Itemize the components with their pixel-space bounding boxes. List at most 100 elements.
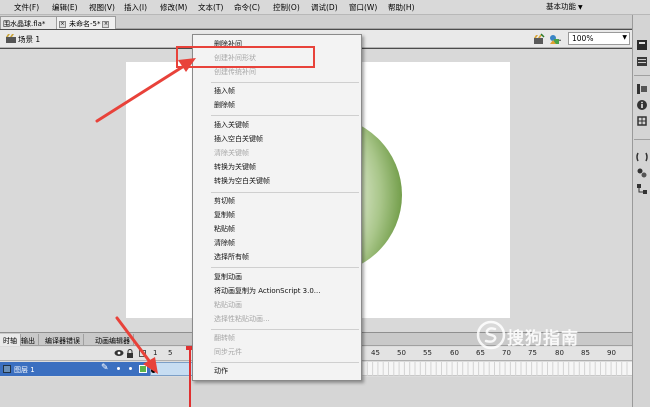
lock-dot-icon[interactable] xyxy=(129,367,132,370)
eye-icon[interactable] xyxy=(114,349,124,357)
dropdown-arrow-icon: ▼ xyxy=(578,4,583,11)
components-icon[interactable] xyxy=(636,167,648,179)
menu-separator xyxy=(211,115,359,116)
lock-icon[interactable] xyxy=(126,349,134,358)
menu-item-reverse-frames[interactable]: 翻转帧 xyxy=(193,332,361,344)
frame-number: 45 xyxy=(371,349,380,357)
frame-number: 90 xyxy=(607,349,616,357)
context-menu: 删除补间 创建补间形状 创建传统补间 插入帧 删除帧 插入关键帧 插入空白关键帧… xyxy=(192,34,362,381)
menu-separator xyxy=(211,267,359,268)
menu-insert[interactable]: 插入(I) xyxy=(124,2,147,13)
menu-modify[interactable]: 修改(M) xyxy=(160,2,187,13)
panel-divider xyxy=(634,139,650,140)
zoom-select[interactable]: 100% ▼ xyxy=(568,32,630,45)
tab-output[interactable]: 输出 xyxy=(18,334,39,346)
clapper-icon xyxy=(6,34,16,43)
panel-divider xyxy=(634,75,650,76)
menu-item-select-all-frames[interactable]: 选择所有帧 xyxy=(193,251,361,263)
menu-item-copy-motion[interactable]: 复制动画 xyxy=(193,271,361,283)
scene-name[interactable]: 场景 1 xyxy=(18,34,40,45)
menu-file[interactable]: 文件(F) xyxy=(14,2,39,13)
pencil-icon: ✎ xyxy=(101,363,109,373)
frame-number: 5 xyxy=(168,349,173,357)
frame-number: 85 xyxy=(581,349,590,357)
menu-item-paste-motion[interactable]: 粘贴动画 xyxy=(193,299,361,311)
menu-item-convert-to-keyframes[interactable]: 转换为关键帧 xyxy=(193,161,361,173)
document-tabbar: 围水晶球.fla* × 未命名-5* × xyxy=(0,15,632,29)
tab-compiler-errors[interactable]: 编译器错误 xyxy=(42,334,84,346)
close-icon[interactable]: × xyxy=(102,20,110,28)
menu-control[interactable]: 控制(O) xyxy=(273,2,300,13)
highlight-box xyxy=(176,46,315,68)
menu-item-paste-motion-special[interactable]: 选择性粘贴动画... xyxy=(193,313,361,325)
timeline-empty-area xyxy=(0,377,632,407)
menu-item-copy-frames[interactable]: 复制帧 xyxy=(193,209,361,221)
menu-text[interactable]: 文本(T) xyxy=(198,2,223,13)
properties-icon[interactable] xyxy=(636,39,648,51)
info-icon[interactable] xyxy=(636,99,648,111)
menu-item-paste-frames[interactable]: 粘贴帧 xyxy=(193,223,361,235)
frame-number: 50 xyxy=(397,349,406,357)
watermark-text: 搜狗指南 xyxy=(507,329,579,349)
menu-separator xyxy=(211,329,359,330)
frame-number: 80 xyxy=(555,349,564,357)
workspace-switcher[interactable]: 基本功能 ▼ xyxy=(546,1,646,13)
menu-window[interactable]: 窗口(W) xyxy=(349,2,377,13)
menu-item-remove-frames[interactable]: 删除帧 xyxy=(193,99,361,111)
tab-label: 输出 xyxy=(21,337,35,345)
menu-item-synchronize-symbols[interactable]: 同步元件 xyxy=(193,346,361,358)
doc-tab-label: 围水晶球.fla* xyxy=(3,20,46,28)
sogou-logo-icon xyxy=(476,320,506,350)
menu-view[interactable]: 视图(V) xyxy=(89,2,115,13)
tab-label: 动画编辑器 xyxy=(95,337,130,345)
layer-row[interactable]: 图层 1 ✎ xyxy=(0,362,150,376)
menu-item-insert-blank-keyframe[interactable]: 插入空白关键帧 xyxy=(193,133,361,145)
close-icon[interactable]: × xyxy=(59,20,66,28)
tab-label: 时轴 xyxy=(3,337,17,345)
menu-separator xyxy=(211,192,359,193)
frame-number: 60 xyxy=(450,349,459,357)
align-icon[interactable] xyxy=(636,83,648,95)
library-icon[interactable] xyxy=(636,55,648,67)
menu-item-clear-keyframe[interactable]: 清除关键帧 xyxy=(193,147,361,159)
playhead[interactable] xyxy=(189,346,191,407)
menu-separator xyxy=(211,362,359,363)
menu-item-insert-keyframe[interactable]: 插入关键帧 xyxy=(193,119,361,131)
menu-item-cut-frames[interactable]: 剪切帧 xyxy=(193,195,361,207)
frame-number: 55 xyxy=(423,349,432,357)
menu-item-copy-motion-as3[interactable]: 将动画复制为 ActionScript 3.0... xyxy=(193,285,361,297)
menu-help[interactable]: 帮助(H) xyxy=(388,2,415,13)
frame-number: 65 xyxy=(476,349,485,357)
keyframe-marker[interactable] xyxy=(151,368,156,373)
tab-label: 编译器错误 xyxy=(45,337,80,345)
layer-name[interactable]: 图层 1 xyxy=(14,365,35,375)
menu-separator xyxy=(211,82,359,83)
frame-number: 1 xyxy=(153,349,158,357)
outline-color-swatch[interactable] xyxy=(139,365,147,373)
edit-scene-icon[interactable] xyxy=(533,33,545,45)
visibility-dot-icon[interactable] xyxy=(117,367,120,370)
menu-item-clear-frames[interactable]: 清除帧 xyxy=(193,237,361,249)
frame-number: 70 xyxy=(502,349,511,357)
outline-icon[interactable] xyxy=(139,350,146,357)
workspace-label: 基本功能 xyxy=(546,2,576,11)
menu-item-insert-frame[interactable]: 插入帧 xyxy=(193,85,361,97)
frame-number: 75 xyxy=(528,349,537,357)
movie-explorer-icon[interactable] xyxy=(636,183,648,195)
menu-edit[interactable]: 编辑(E) xyxy=(52,2,78,13)
menu-debug[interactable]: 调试(D) xyxy=(311,2,338,13)
layer-icon xyxy=(3,365,11,373)
chevron-down-icon: ▼ xyxy=(622,34,627,41)
tab-motion-editor[interactable]: 动画编辑器 xyxy=(92,334,134,346)
right-panel-dock xyxy=(632,15,650,407)
doc-tab-2[interactable]: × 未命名-5* × xyxy=(56,16,116,29)
menu-item-actions[interactable]: 动作 xyxy=(193,365,361,377)
menu-commands[interactable]: 命令(C) xyxy=(234,2,260,13)
actions-icon[interactable] xyxy=(636,151,648,163)
edit-symbol-icon[interactable] xyxy=(548,33,562,45)
doc-tab-label: 未命名-5* xyxy=(69,20,101,28)
menu-item-convert-to-blank-keyframes[interactable]: 转换为空白关键帧 xyxy=(193,175,361,187)
menubar: 文件(F) 编辑(E) 视图(V) 插入(I) 修改(M) 文本(T) 命令(C… xyxy=(0,0,650,15)
zoom-value: 100% xyxy=(572,34,594,43)
transform-icon[interactable] xyxy=(636,115,648,127)
